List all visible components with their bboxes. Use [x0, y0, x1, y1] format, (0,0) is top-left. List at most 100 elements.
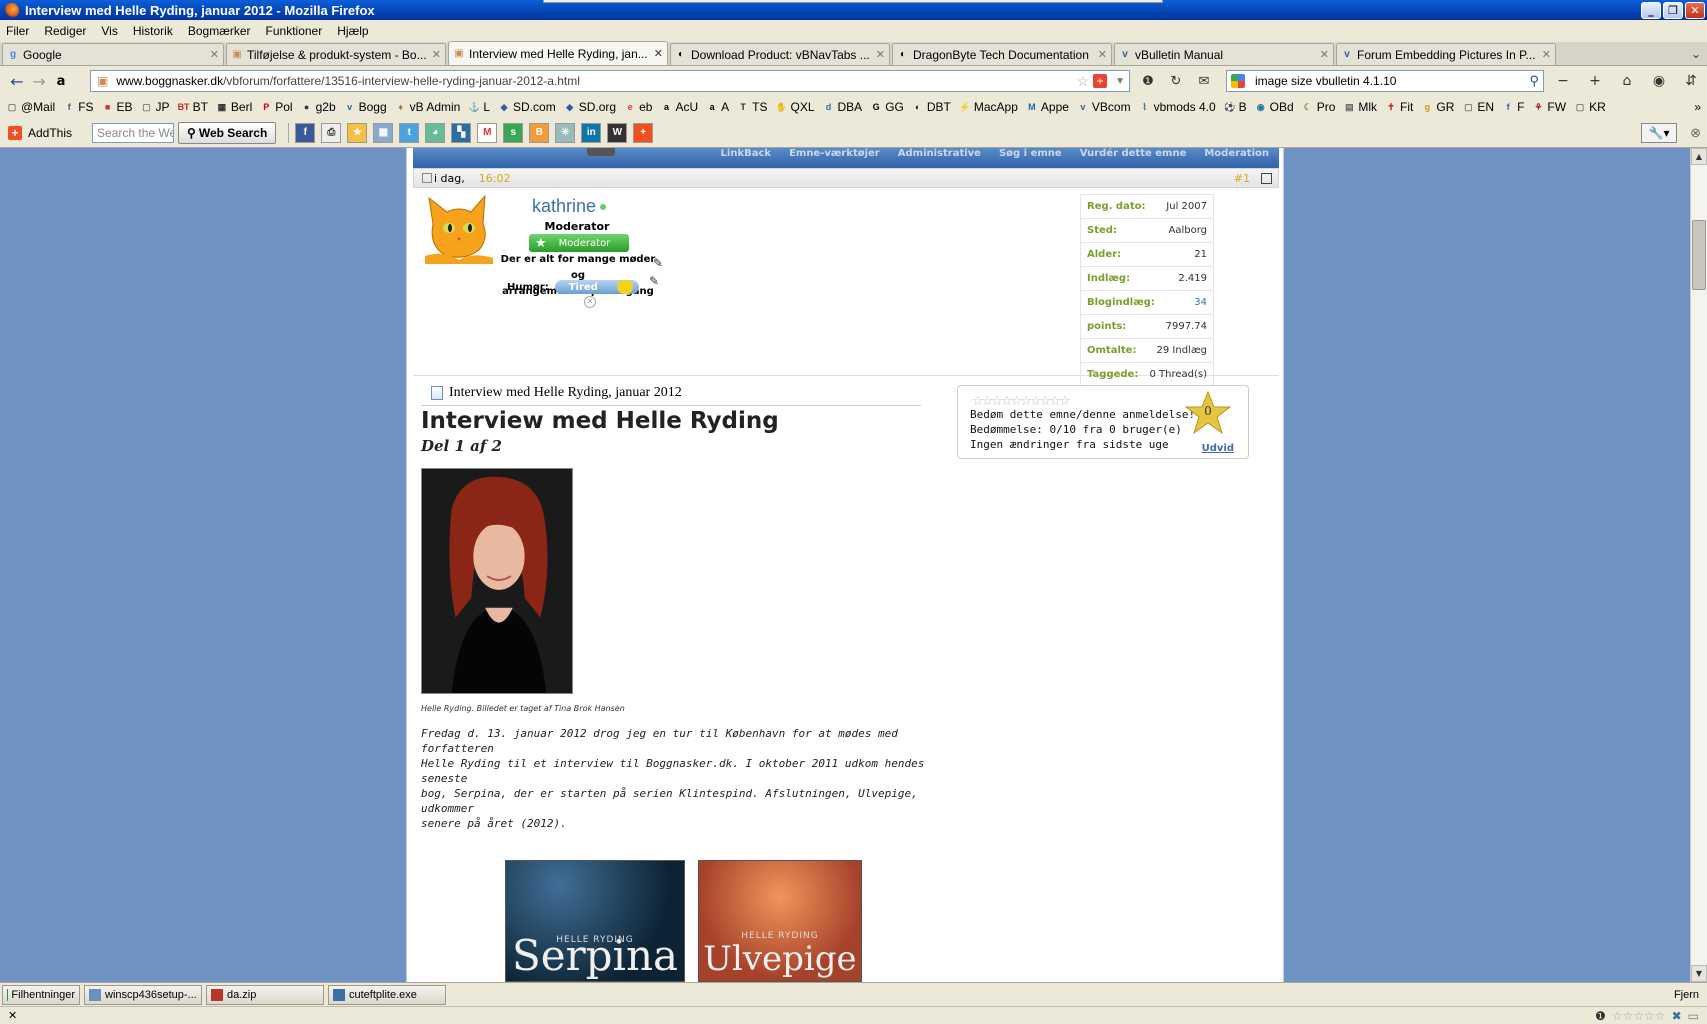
restore-button[interactable]: ❐ — [1663, 2, 1683, 19]
statusbar-panel-icon[interactable]: ▭ — [1688, 1009, 1699, 1023]
bookmark-item[interactable]: v Bogg — [344, 100, 387, 114]
menu-bookmarks[interactable]: Bogmærker — [188, 24, 251, 38]
bookmark-item[interactable]: ● g2b — [301, 100, 336, 114]
post-select-checkbox[interactable] — [1261, 172, 1272, 184]
tab-interview[interactable]: ▣ Interview med Helle Ryding, jan... ✕ — [448, 41, 668, 65]
bookmark-item[interactable]: BT BT — [178, 100, 208, 114]
bookmark-item[interactable]: ⚘ FW — [1532, 100, 1566, 114]
bookmark-item[interactable]: ◐ DBT — [912, 100, 951, 114]
home-icon[interactable]: ⌂ — [1614, 70, 1640, 92]
remove-downloads-button[interactable]: Fjern — [1674, 989, 1699, 1001]
search-input[interactable]: image size vbulletin 4.1.10 — [1255, 74, 1396, 88]
rate-thread-link[interactable]: Vurdér dette emne — [1080, 148, 1187, 159]
bookmark-item[interactable]: ⚽ B — [1224, 100, 1247, 114]
rating-stars[interactable]: ☆☆☆☆☆☆☆☆☆☆ — [972, 394, 1071, 409]
bookmark-item[interactable]: v VBcom — [1077, 100, 1130, 114]
tab-list-icon[interactable]: ⌄ — [1691, 47, 1701, 61]
minimize-button[interactable]: _ — [1641, 2, 1661, 19]
close-tab-icon[interactable]: ✕ — [654, 47, 663, 60]
bookmark-item[interactable]: ⚓ L — [468, 100, 490, 114]
addthis-more-icon[interactable]: + — [633, 122, 654, 143]
bookmark-item[interactable]: ▤ Mlk — [1343, 100, 1377, 114]
close-tab-icon[interactable]: ✕ — [1098, 48, 1107, 61]
blogger-icon[interactable]: B — [529, 122, 550, 143]
facebook-share-icon[interactable]: f — [295, 122, 316, 143]
search-thread-link[interactable]: Søg i emne — [999, 148, 1062, 159]
reload-icon[interactable]: ↻ — [1164, 70, 1188, 92]
bookmark-item[interactable]: P Pol — [260, 100, 292, 114]
download-item[interactable]: winscp436setup-... — [84, 984, 202, 1005]
bookmark-item[interactable]: ✋ QXL — [775, 100, 815, 114]
digg-icon[interactable]: ◕ — [425, 122, 446, 143]
bookmark-star-icon[interactable]: ☆ — [1076, 73, 1089, 90]
author-photo[interactable] — [421, 468, 573, 694]
info-icon[interactable]: ❶ — [1136, 70, 1160, 92]
addon-info-icon[interactable]: ❶ — [1595, 1009, 1606, 1023]
zoom-out-icon[interactable]: − — [1550, 70, 1576, 92]
amazon-icon[interactable]: a — [50, 70, 72, 92]
tool-icon[interactable]: ✖ — [1672, 1009, 1682, 1023]
thread-tools-link[interactable]: Emne-værktøjer — [789, 148, 880, 159]
bookmark-item[interactable]: fF — [1502, 100, 1525, 114]
download-item[interactable]: cuteftplite.exe — [328, 984, 446, 1005]
tab-tilfoejelse[interactable]: ▣ Tilføjelse & produkt-system - Bo... ✕ — [226, 43, 446, 65]
tab-google[interactable]: g Google ✕ — [2, 43, 224, 65]
bookmarks-overflow-icon[interactable]: » — [1694, 100, 1701, 114]
scroll-thumb[interactable] — [1692, 220, 1706, 290]
bookmark-item[interactable]: ♦ vB Admin — [395, 100, 460, 114]
close-tab-icon[interactable]: ✕ — [876, 48, 885, 61]
bookmark-item[interactable]: d DBA — [823, 100, 862, 114]
bookmark-item[interactable]: M Appe — [1026, 100, 1069, 114]
mail-icon[interactable]: ✉ — [1192, 70, 1216, 92]
menu-file[interactable]: Filer — [6, 24, 29, 38]
book-cover-ulvepige[interactable]: HELLE RYDING Ulvepige — [698, 860, 862, 982]
user-options-icon[interactable]: ✕ — [584, 296, 596, 308]
close-window-button[interactable]: ✕ — [1685, 2, 1705, 19]
bookmark-item[interactable]: ▦ Berl — [216, 100, 253, 114]
edit-status-pencil-icon[interactable]: ✎ — [653, 256, 663, 270]
post-number[interactable]: #1 — [1234, 172, 1250, 185]
menu-edit[interactable]: Rediger — [44, 24, 86, 38]
linkback-link[interactable]: LinkBack — [721, 148, 772, 159]
stumbleupon-icon[interactable]: s — [503, 122, 524, 143]
bookmark-item[interactable]: ▢ JP — [141, 100, 169, 114]
bookmark-item[interactable]: ◆ SD.org — [564, 100, 616, 114]
moderation-link[interactable]: Moderation — [1204, 148, 1269, 159]
close-tab-icon[interactable]: ✕ — [432, 48, 441, 61]
address-bar[interactable]: ▣ www.boggnasker.dk/vbforum/forfattere/1… — [90, 70, 1130, 92]
twitter-icon[interactable]: t — [399, 122, 420, 143]
close-tab-icon[interactable]: ✕ — [210, 48, 219, 61]
bookmark-item[interactable]: G GG — [870, 100, 904, 114]
bookmark-item[interactable]: T TS — [737, 100, 767, 114]
search-bar[interactable]: image size vbulletin 4.1.10 ⚲ — [1226, 70, 1544, 92]
delicious-icon[interactable]: ▦ — [373, 122, 394, 143]
bookmark-item[interactable]: ▢ @Mail — [6, 100, 55, 114]
addthis-plus-icon[interactable]: + — [1093, 74, 1107, 88]
web-search-button[interactable]: ⚲ Web Search — [178, 121, 277, 144]
forward-button[interactable]: → — [28, 70, 50, 92]
tab-vbulletin-manual[interactable]: v vBulletin Manual ✕ — [1114, 43, 1334, 65]
bookmark-item[interactable]: ■ EB — [102, 100, 133, 114]
gmail-icon[interactable]: M — [477, 122, 498, 143]
site-identity-icon[interactable]: ▣ — [97, 74, 108, 88]
close-toolbar-icon[interactable]: ⊗ — [1690, 125, 1701, 141]
bookmark-item[interactable]: f FS — [63, 100, 94, 114]
bookmark-item[interactable]: ◆ SD.com — [498, 100, 556, 114]
bookmark-item[interactable]: ✝ Fit — [1385, 100, 1413, 114]
tab-download-product[interactable]: ◐ Download Product: vBNavTabs ... ✕ — [670, 43, 890, 65]
scroll-up-icon[interactable]: ▲ — [1691, 148, 1707, 165]
search-magnifier-icon[interactable]: ⚲ — [1529, 73, 1539, 89]
bookmark-item[interactable]: e eb — [624, 100, 653, 114]
book-cover-serpina[interactable]: HELLE RYDING Serpina — [505, 860, 685, 982]
google-search-icon[interactable] — [1231, 74, 1245, 88]
zoom-in-icon[interactable]: + — [1582, 70, 1608, 92]
linkedin-icon[interactable]: in — [581, 122, 602, 143]
close-tab-icon[interactable]: ✕ — [1320, 48, 1329, 61]
bookmark-item[interactable]: a AcU — [660, 100, 698, 114]
wrench-menu-icon[interactable]: 🔧▾ — [1641, 122, 1677, 143]
close-tab-icon[interactable]: ✕ — [1542, 48, 1551, 61]
close-downloads-icon[interactable]: ✕ — [8, 1009, 17, 1022]
bookmark-item[interactable]: ⌇ vbmods 4.0 — [1139, 100, 1215, 114]
bookmark-item[interactable]: ▢ KR — [1574, 100, 1606, 114]
download-item[interactable]: da.zip — [206, 984, 324, 1005]
